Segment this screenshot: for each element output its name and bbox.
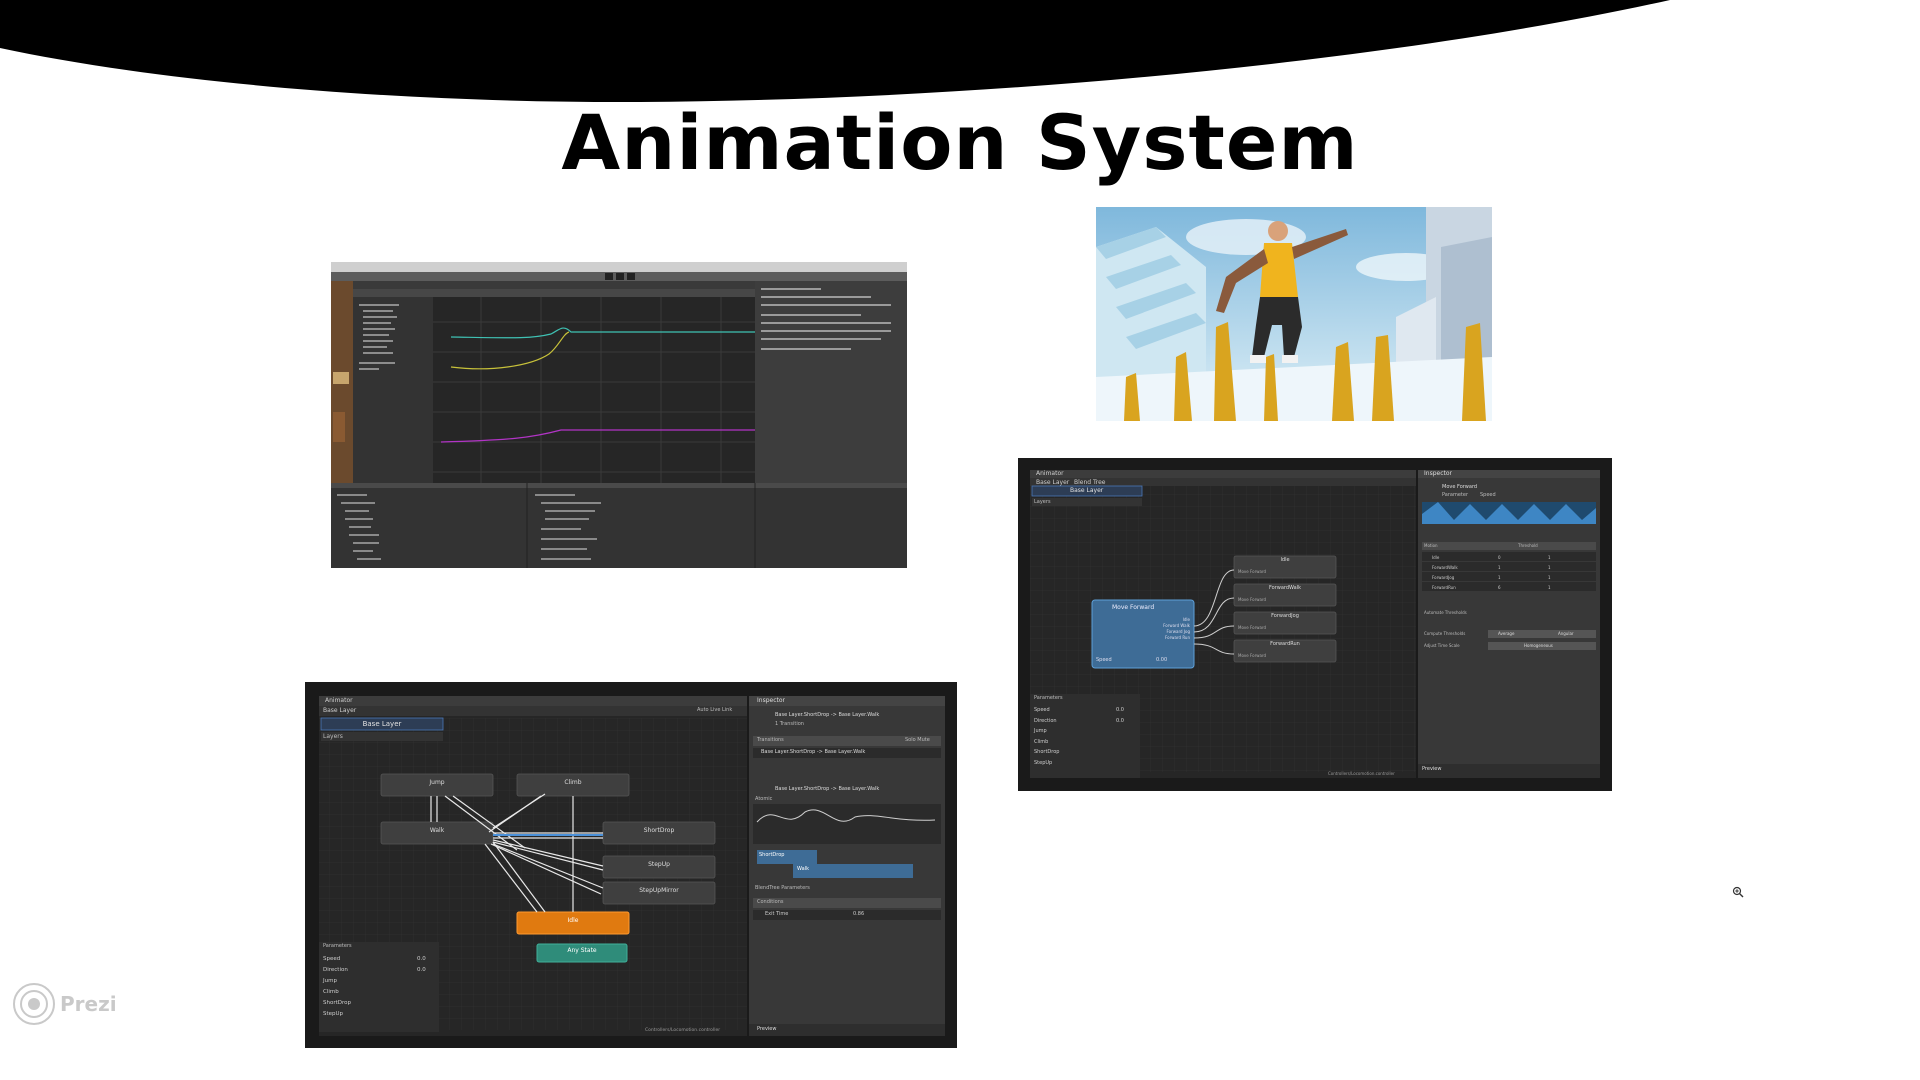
blend-child-idle-sub: Move Forward: [1238, 569, 1267, 574]
list-item[interactable]: Speed 0.0: [1034, 705, 1124, 716]
prezi-logo-icon: [13, 983, 55, 1025]
sm-parameters-label: Parameters: [323, 943, 352, 949]
blend-child-run-sub: Move Forward: [1238, 653, 1267, 658]
list-item[interactable]: Speed 0.0: [323, 954, 426, 965]
table-row[interactable]: Idle 0 1: [1432, 553, 1596, 563]
curve-editor-screenshot: [331, 262, 907, 568]
blend-layers-label: Layers: [1034, 499, 1051, 505]
blend-tab-base-layer[interactable]: Base Layer: [1036, 479, 1069, 486]
state-machine-screenshot: Animator Base Layer Auto Live Link Base …: [305, 682, 957, 1048]
list-item[interactable]: Direction 0.0: [1034, 716, 1124, 727]
list-item[interactable]: Direction 0.0: [323, 965, 426, 976]
state-stepup[interactable]: StepUp: [603, 861, 715, 868]
zoom-in-icon[interactable]: [1732, 886, 1744, 898]
sm-preview-label: Preview: [757, 1026, 777, 1032]
list-item[interactable]: Jump: [323, 976, 351, 987]
blend-child-jog-sub: Move Forward: [1238, 625, 1267, 630]
list-item[interactable]: StepUp: [323, 1009, 351, 1020]
state-walk[interactable]: Walk: [381, 827, 493, 834]
sm-inspector-tab[interactable]: Inspector: [757, 697, 785, 704]
blend-footer-path: Controllers/Locomotion.controller: [1328, 771, 1395, 776]
slide-title: Animation System: [561, 98, 1359, 187]
sm-layer-name[interactable]: Base Layer: [321, 720, 443, 728]
state-any-state[interactable]: Any State: [537, 947, 627, 954]
blend-automate-thresholds[interactable]: Automate Thresholds: [1424, 610, 1467, 615]
prezi-watermark: Prezi: [12, 982, 117, 1026]
sm-detail-heading: Base Layer.ShortDrop -> Base Layer.Walk: [775, 786, 880, 792]
list-item[interactable]: Jump: [1034, 726, 1059, 737]
sm-parameter-list: Speed 0.0 Direction 0.0 Jump Climb ShortDr…: [323, 954, 426, 1020]
blend-compute-average-button[interactable]: Average: [1498, 631, 1514, 636]
blend-preview-label: Preview: [1422, 766, 1442, 772]
sm-condition-name[interactable]: Exit Time: [765, 911, 788, 917]
blend-child-jog[interactable]: ForwardJog: [1234, 613, 1336, 619]
sm-conditions-label: Conditions: [757, 899, 784, 905]
blend-compute-thresholds: Compute Thresholds: [1424, 631, 1466, 636]
sm-clip-walk[interactable]: Walk: [797, 866, 809, 872]
sm-inspector-sub: 1 Transition: [775, 721, 804, 727]
list-item[interactable]: Climb: [1034, 737, 1059, 748]
table-row[interactable]: ForwardWalk 1 1: [1432, 563, 1596, 573]
table-row[interactable]: ForwardRun 6 1: [1432, 583, 1596, 593]
character-render-image: [1096, 207, 1492, 421]
state-stepupmirror[interactable]: StepUpMirror: [603, 887, 715, 894]
sm-inspector-heading: Base Layer.ShortDrop -> Base Layer.Walk: [775, 712, 880, 718]
sm-atomic-label[interactable]: Atomic: [755, 796, 772, 802]
blend-inspector-parameter-label: Parameter: [1442, 492, 1469, 498]
blend-layer-name[interactable]: Base Layer: [1070, 487, 1103, 494]
blend-tab-animator[interactable]: Animator: [1036, 470, 1064, 477]
blend-node-param-value[interactable]: 0.00: [1156, 657, 1167, 663]
sm-transition-row[interactable]: Base Layer.ShortDrop -> Base Layer.Walk: [761, 749, 865, 755]
blend-child-idle[interactable]: Idle: [1234, 557, 1336, 563]
sm-auto-live-link[interactable]: Auto Live Link: [697, 707, 732, 713]
sm-tab-animator[interactable]: Animator: [325, 697, 353, 704]
sm-footer-path: Controllers/Locomotion.controller: [645, 1028, 721, 1033]
blend-motion-table: Idle 0 1 ForwardWalk 1 1 ForwardJog 1 1 Forwar…: [1432, 553, 1596, 593]
list-item[interactable]: StepUp: [1034, 758, 1059, 769]
blend-child-walk-sub: Move Forward: [1238, 597, 1267, 602]
blend-node-main[interactable]: Move Forward: [1112, 604, 1154, 611]
list-item[interactable]: ShortDrop: [1034, 747, 1059, 758]
list-item[interactable]: Climb: [323, 987, 351, 998]
blend-node-param: Speed: [1096, 657, 1112, 663]
blend-motion-header: Motion: [1424, 543, 1438, 548]
sm-solo-mute: Solo Mute: [905, 737, 930, 743]
blend-compute-angular-button[interactable]: Angular: [1558, 631, 1574, 636]
blend-parameter-list: Speed 0.0 Direction 0.0 Jump Climb Short…: [1034, 705, 1124, 769]
blend-homogeneous-button[interactable]: Homogeneous: [1524, 643, 1553, 648]
blend-inspector-tab[interactable]: Inspector: [1424, 470, 1452, 477]
list-item[interactable]: ShortDrop: [323, 998, 351, 1009]
sm-blendtree-label[interactable]: BlendTree Parameters: [755, 885, 810, 891]
blend-child-walk[interactable]: ForwardWalk: [1234, 585, 1336, 591]
sm-clip-shortdrop[interactable]: ShortDrop: [759, 852, 784, 858]
state-shortdrop[interactable]: ShortDrop: [603, 827, 715, 834]
blend-parameters-label: Parameters: [1034, 695, 1063, 701]
sm-layers-label: Layers: [323, 733, 343, 740]
blend-threshold-header: Threshold: [1518, 543, 1538, 548]
blend-inspector-parameter-value[interactable]: Speed: [1480, 492, 1496, 498]
state-idle[interactable]: Idle: [517, 917, 629, 924]
sm-transitions-label: Transitions: [757, 737, 784, 743]
blend-tab-blend-tree[interactable]: Blend Tree: [1074, 479, 1106, 486]
state-climb[interactable]: Climb: [517, 779, 629, 786]
blend-inspector-name: Move Forward: [1442, 484, 1478, 490]
blend-child-run[interactable]: ForwardRun: [1234, 641, 1336, 647]
prezi-brand: Prezi: [60, 992, 117, 1016]
state-jump[interactable]: Jump: [381, 779, 493, 786]
sm-condition-value[interactable]: 0.86: [853, 911, 864, 917]
sm-tab-base-layer[interactable]: Base Layer: [323, 707, 356, 714]
blend-node-outputs: Idle Forward Walk Forward Jog Forward Run: [1163, 617, 1190, 640]
blend-adjust-time-scale: Adjust Time Scale: [1424, 643, 1460, 648]
table-row[interactable]: ForwardJog 1 1: [1432, 573, 1596, 583]
header-banner: [0, 0, 1920, 103]
blend-tree-screenshot: Animator Base Layer Blend Tree Base Laye…: [1018, 458, 1612, 791]
